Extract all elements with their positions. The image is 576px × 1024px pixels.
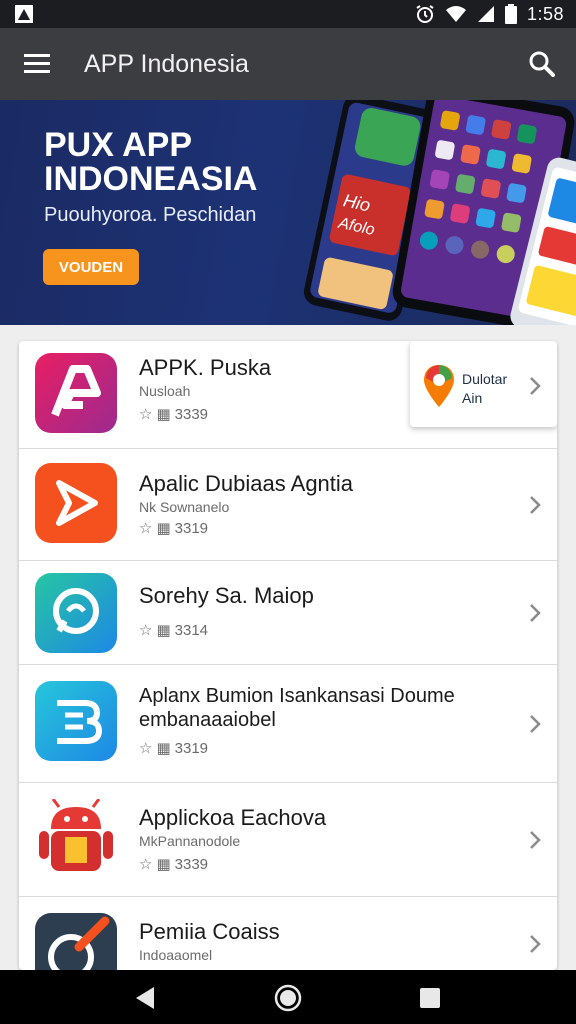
- chevron-right-icon: [530, 935, 541, 953]
- calendar-icon: ▦: [156, 406, 171, 423]
- calendar-icon: ▦: [156, 520, 171, 537]
- list-item[interactable]: APPK. Puska Nusloah ☆ ▦ 3339 Dulotar Ain: [19, 341, 557, 449]
- app-icon-brush-logo: [35, 913, 117, 970]
- app-bar: APP Indonesia: [0, 28, 576, 100]
- app-title-line2: embanaaaiobel: [139, 709, 276, 731]
- calendar-icon: ▦: [156, 622, 171, 639]
- app-title: APP Indonesia: [84, 50, 249, 78]
- app-rating: ☆ ▦ 3319: [139, 739, 209, 758]
- banner-subtitle: Puouhyoroa. Peschidan: [44, 204, 257, 226]
- status-time: 1:58: [526, 3, 564, 24]
- chevron-right-icon: [530, 715, 541, 733]
- banner-title: PUX APP INDONEASIA: [44, 126, 258, 198]
- app-title: Aplanx Bumion Isankansasi Doume: [139, 685, 455, 707]
- app-icon-play-logo: [35, 463, 117, 543]
- app-title: APPK. Puska: [139, 355, 272, 380]
- list-item[interactable]: Sorehy Sa. Maiop ☆ ▦ 3314: [19, 561, 557, 665]
- recents-icon[interactable]: [415, 983, 445, 1013]
- star-icon: ☆: [139, 622, 153, 639]
- app-rating: ☆ ▦ 3339: [139, 405, 209, 424]
- promo-card[interactable]: Dulotar Ain: [410, 341, 557, 427]
- list-item[interactable]: Applickoa Eachova MkPannanodole ☆ ▦ 3339: [19, 783, 557, 897]
- app-rating: ☆ ▦ 3339: [139, 855, 209, 874]
- back-icon[interactable]: [130, 983, 160, 1013]
- app-title: Apalic Dubiaas Agntia: [139, 471, 354, 496]
- promo-text: Dulotar Ain: [462, 371, 508, 406]
- app-title: Sorehy Sa. Maiop: [139, 583, 314, 608]
- notification-icon: [15, 5, 33, 23]
- app-icon-chat-logo: [35, 573, 117, 653]
- app-subtitle: Nusloah: [139, 383, 191, 399]
- app-title: Pemiia Coaiss: [139, 919, 280, 944]
- app-subtitle: Nk Sownanelo: [139, 499, 230, 515]
- app-icon-b-logo: [35, 681, 117, 761]
- list-item[interactable]: Aplanx Bumion Isankansasi Doume embanaaa…: [19, 665, 557, 783]
- alarm-icon: [416, 5, 434, 23]
- phones-illustration: Hio Afolo: [303, 100, 576, 325]
- calendar-icon: ▦: [156, 856, 171, 873]
- menu-icon[interactable]: [18, 46, 58, 82]
- app-icon-a-logo: [35, 353, 117, 433]
- chevron-right-icon: [530, 377, 541, 395]
- app-icon-robot-logo: [35, 799, 117, 879]
- app-subtitle: Indoaaomel: [139, 947, 213, 963]
- signal-icon: [477, 6, 494, 22]
- calendar-icon: ▦: [156, 740, 171, 757]
- banner-button[interactable]: VOUDEN: [43, 249, 139, 285]
- promo-banner[interactable]: PUX APP INDONEASIA Puouhyoroa. Peschidan…: [0, 100, 576, 325]
- rating-value: 3319: [174, 519, 209, 537]
- app-subtitle: MkPannanodole: [139, 833, 241, 849]
- star-icon: ☆: [139, 740, 153, 757]
- app-title: Applickoa Eachova: [139, 805, 327, 830]
- app-list: APPK. Puska Nusloah ☆ ▦ 3339 Dulotar Ain: [19, 341, 557, 970]
- list-item[interactable]: Pemiia Coaiss Indoaaomel: [19, 897, 557, 970]
- rating-value: 3339: [174, 405, 209, 423]
- star-icon: ☆: [139, 520, 153, 537]
- star-icon: ☆: [139, 406, 153, 423]
- system-nav-bar: [0, 970, 576, 1024]
- battery-icon: [504, 4, 517, 24]
- map-pin-icon: [424, 365, 454, 407]
- status-bar: 1:58: [0, 0, 576, 28]
- star-icon: ☆: [139, 856, 153, 873]
- app-rating: ☆ ▦ 3314: [139, 621, 209, 640]
- wifi-icon: [445, 6, 466, 22]
- search-icon[interactable]: [524, 46, 560, 82]
- rating-value: 3319: [174, 739, 209, 757]
- list-item[interactable]: Apalic Dubiaas Agntia Nk Sownanelo ☆ ▦ 3…: [19, 449, 557, 561]
- rating-value: 3314: [174, 621, 209, 639]
- home-icon[interactable]: [273, 983, 303, 1013]
- chevron-right-icon: [530, 604, 541, 622]
- app-rating: ☆ ▦ 3319: [139, 519, 209, 538]
- chevron-right-icon: [530, 496, 541, 514]
- chevron-right-icon: [530, 831, 541, 849]
- rating-value: 3339: [174, 855, 209, 873]
